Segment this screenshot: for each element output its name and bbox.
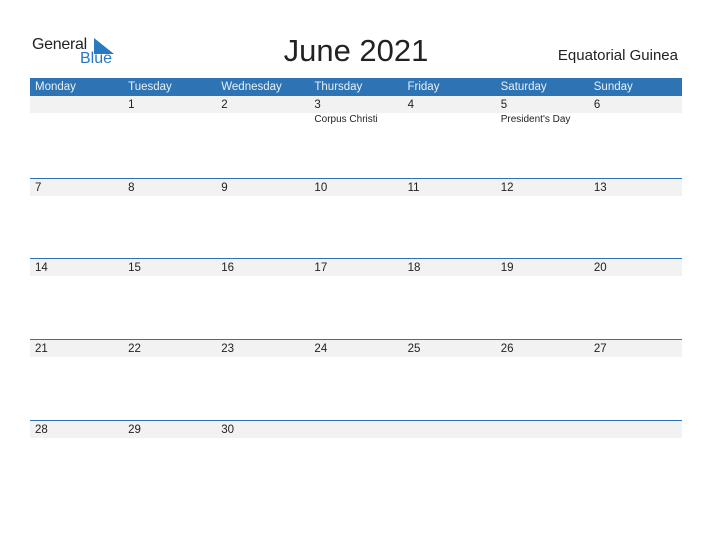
day-number: 11 xyxy=(407,182,420,194)
day-number: 21 xyxy=(35,343,48,355)
day-cell: 9 xyxy=(216,178,309,259)
country-label: Equatorial Guinea xyxy=(557,47,678,64)
day-cell: 20 xyxy=(589,258,682,339)
holiday-label: Corpus Christi xyxy=(314,114,378,125)
weekday-tuesday: Tuesday xyxy=(128,81,172,93)
day-number: 5 xyxy=(500,99,508,111)
day-number: 7 xyxy=(35,182,42,194)
day-number: 22 xyxy=(128,343,141,355)
day-cell: 1 xyxy=(123,95,216,176)
day-cell: 17 xyxy=(309,258,402,339)
day-number: 9 xyxy=(221,182,228,194)
day-cell: 5 President's Day xyxy=(496,95,589,176)
weekday-friday: Friday xyxy=(407,81,440,93)
week-row: 28 29 30 xyxy=(30,420,682,501)
day-cell: 2 xyxy=(216,95,309,176)
day-cell: 11 xyxy=(403,178,496,259)
holiday-label: President's Day xyxy=(500,114,571,125)
day-number: 3 xyxy=(314,99,321,111)
day-number: 27 xyxy=(593,343,607,355)
day-cell xyxy=(589,420,682,501)
weekday-sunday: Sunday xyxy=(593,81,633,93)
weekday-header: Monday Tuesday Wednesday Thursday Friday… xyxy=(30,78,682,96)
day-cell xyxy=(309,420,402,501)
day-number: 26 xyxy=(500,343,514,355)
day-cell: 8 xyxy=(123,178,216,259)
day-number: 28 xyxy=(35,424,48,436)
day-number: 13 xyxy=(593,182,607,194)
week-row: 7 8 9 10 11 12 13 xyxy=(30,178,682,259)
week-row: 21 22 23 24 25 26 27 xyxy=(30,339,682,420)
day-cell: 7 xyxy=(30,178,123,259)
day-number: 8 xyxy=(128,182,135,194)
weekday-wednesday: Wednesday xyxy=(221,81,282,93)
day-number: 16 xyxy=(221,262,235,274)
day-cell: 24 xyxy=(309,339,402,420)
day-number: 20 xyxy=(593,262,607,274)
day-cell: 4 xyxy=(403,95,496,176)
day-number: 4 xyxy=(407,99,414,111)
day-cell: 23 xyxy=(216,339,309,420)
day-cell: 10 xyxy=(309,178,402,259)
day-cell: 12 xyxy=(496,178,589,259)
day-cell: 6 xyxy=(589,95,682,176)
week-row: 1 2 3 Corpus Christi 4 5 President's Day 6 xyxy=(30,95,682,176)
day-cell: 27 xyxy=(589,339,682,420)
day-cell: 29 xyxy=(123,420,216,501)
day-cell: 15 xyxy=(123,258,216,339)
day-cell: 22 xyxy=(123,339,216,420)
day-cell: 16 xyxy=(216,258,309,339)
weekday-monday: Monday xyxy=(35,81,76,93)
day-number: 29 xyxy=(128,424,141,436)
day-number: 23 xyxy=(221,343,235,355)
day-cell: 30 xyxy=(216,420,309,501)
week-row: 14 15 16 17 18 19 20 xyxy=(30,258,682,339)
day-number: 2 xyxy=(221,99,228,111)
day-cell: 25 xyxy=(403,339,496,420)
day-number: 12 xyxy=(500,182,514,194)
day-cell: 28 xyxy=(30,420,123,501)
day-cell: 19 xyxy=(496,258,589,339)
day-number: 1 xyxy=(128,99,135,111)
day-cell: 3 Corpus Christi xyxy=(309,95,402,176)
day-cell: 18 xyxy=(403,258,496,339)
day-number: 18 xyxy=(407,262,421,274)
day-number: 6 xyxy=(593,99,601,111)
day-cell: 14 xyxy=(30,258,123,339)
day-cell xyxy=(403,420,496,501)
day-cell: 21 xyxy=(30,339,123,420)
weekday-thursday: Thursday xyxy=(314,81,363,93)
day-number: 24 xyxy=(314,343,328,355)
day-number: 19 xyxy=(500,262,514,274)
day-number: 10 xyxy=(314,182,328,194)
day-cell xyxy=(496,420,589,501)
day-number: 25 xyxy=(407,343,421,355)
day-number: 15 xyxy=(128,262,141,274)
day-cell: 13 xyxy=(589,178,682,259)
day-number: 14 xyxy=(35,262,48,274)
day-number: 30 xyxy=(221,424,235,436)
weekday-saturday: Saturday xyxy=(500,81,547,93)
day-cell: 26 xyxy=(496,339,589,420)
day-cell xyxy=(30,95,123,176)
day-number: 17 xyxy=(314,262,328,274)
